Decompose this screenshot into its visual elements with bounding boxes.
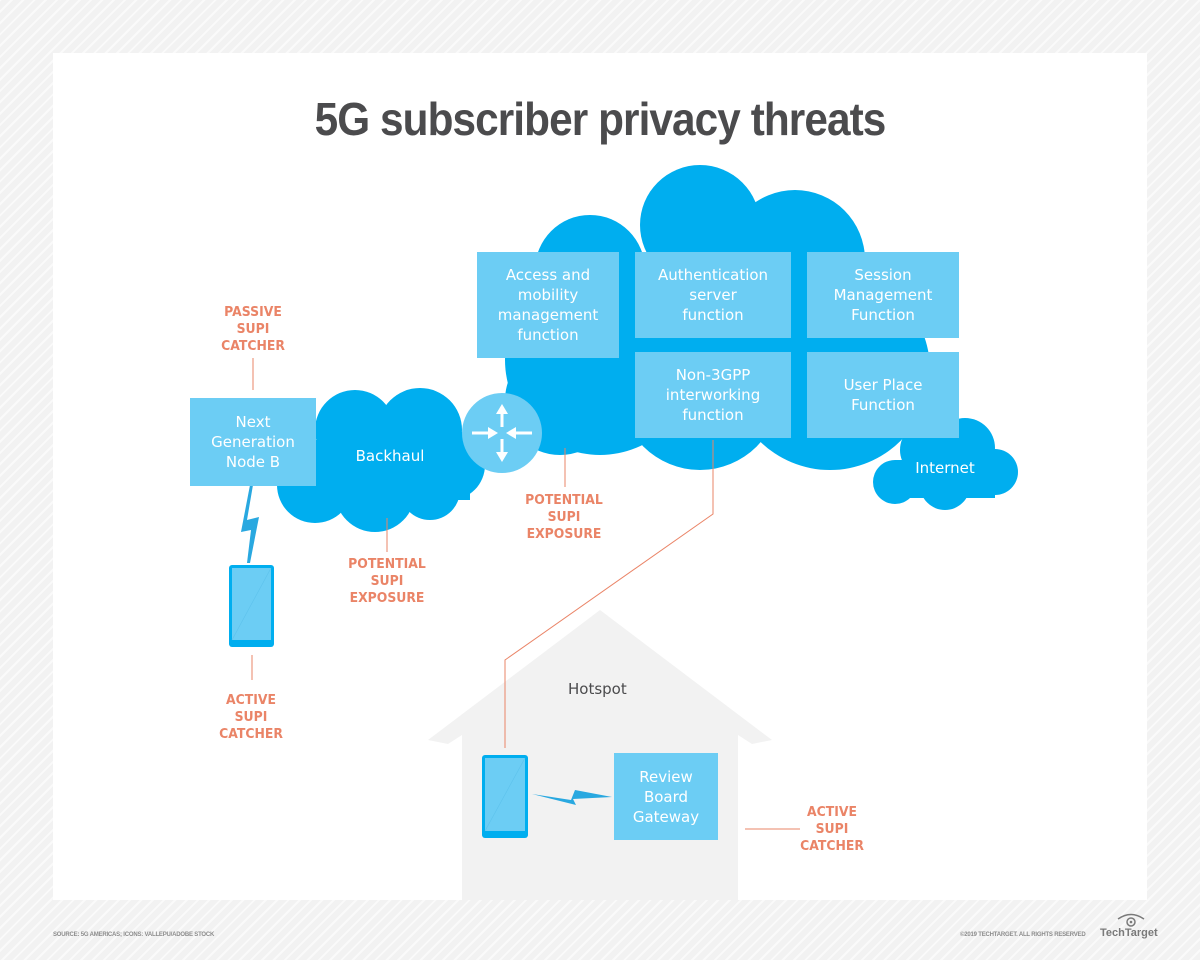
internet-label: Internet [915, 459, 975, 477]
threat-exposure-backhaul: POTENTIAL SUPI EXPOSURE [348, 556, 426, 606]
hotspot-smartphone-icon [482, 755, 528, 838]
nf-box-ausf: Authentication server function [635, 252, 791, 338]
nf-box-upf: User Place Function [807, 352, 959, 438]
nf-box-smf: Session Management Function [807, 252, 959, 338]
threat-passive-gnb: PASSIVE SUPI CATCHER [221, 304, 285, 354]
gnb-box: Next Generation Node B [190, 398, 316, 486]
diagram-canvas [229, 165, 1018, 900]
backhaul-label: Backhaul [355, 447, 425, 465]
lightning-bolt-icon [241, 485, 259, 563]
copyright: ©2019 TECHTARGET. ALL RIGHTS RESERVED [960, 932, 1086, 938]
source-credit: SOURCE: 5G AMERICAS; ICONS: VALLEPU/ADOB… [53, 932, 215, 938]
hotspot-label: Hotspot [568, 680, 627, 698]
smartphone-icon [229, 565, 274, 647]
eye-logo-icon [1117, 913, 1145, 927]
gateway-box: Review Board Gateway [614, 753, 718, 840]
threat-active-hotspot: ACTIVE SUPI CATCHER [800, 804, 864, 854]
house-icon [428, 610, 772, 900]
threat-active-phone: ACTIVE SUPI CATCHER [219, 692, 283, 742]
threat-exposure-core: POTENTIAL SUPI EXPOSURE [525, 492, 603, 542]
nf-box-amf: Access and mobility management function [477, 252, 619, 358]
techtarget-logo: TechTarget [1100, 927, 1158, 939]
router-icon [462, 393, 542, 473]
nf-box-n3iwf: Non-3GPP interworking function [635, 352, 791, 438]
